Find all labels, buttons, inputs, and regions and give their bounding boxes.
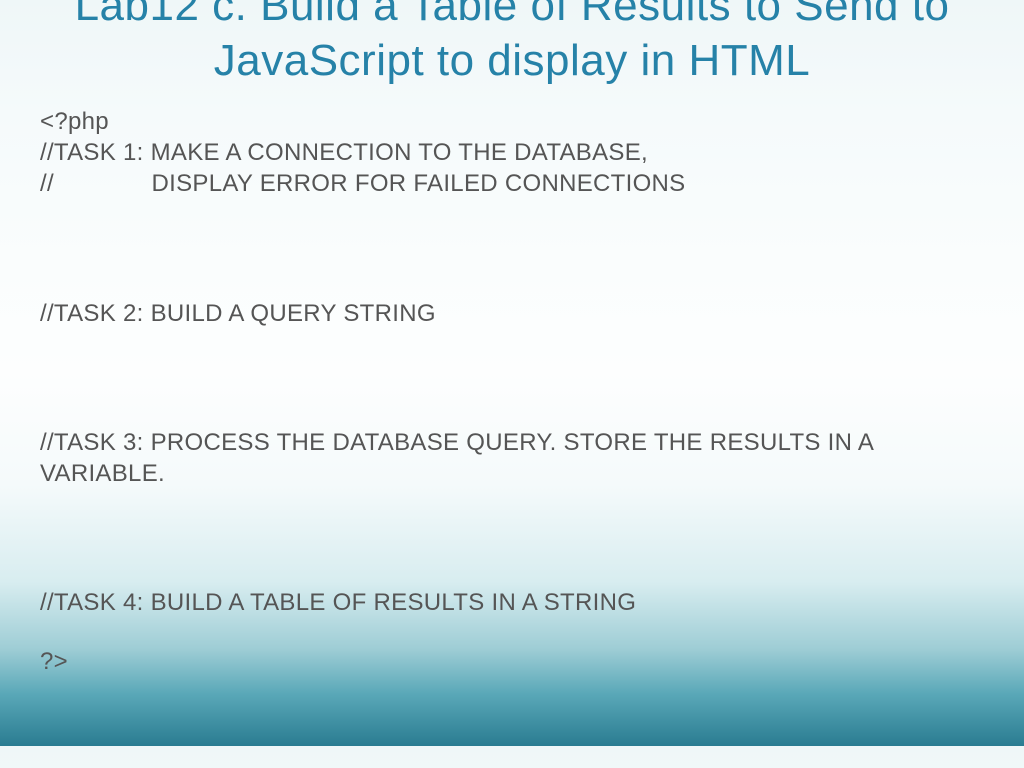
task1-line1: //TASK 1: MAKE A CONNECTION TO THE DATAB… (40, 137, 984, 168)
php-close-tag: ?> (40, 646, 984, 677)
task3-line: //TASK 3: PROCESS THE DATABASE QUERY. ST… (40, 427, 984, 489)
task1-line2: // DISPLAY ERROR FOR FAILED CONNECTIONS (40, 168, 984, 199)
slide-content: <?php //TASK 1: MAKE A CONNECTION TO THE… (40, 106, 984, 678)
spacer (40, 200, 984, 298)
task2-line: //TASK 2: BUILD A QUERY STRING (40, 298, 984, 329)
slide-container: Lab12 c. Build a Table of Results to Sen… (0, 0, 1024, 678)
php-open-tag: <?php (40, 106, 984, 137)
spacer (40, 329, 984, 427)
spacer (40, 489, 984, 587)
slide-title: Lab12 c. Build a Table of Results to Sen… (40, 0, 984, 88)
spacer (40, 618, 984, 646)
task4-line: //TASK 4: BUILD A TABLE OF RESULTS IN A … (40, 587, 984, 618)
